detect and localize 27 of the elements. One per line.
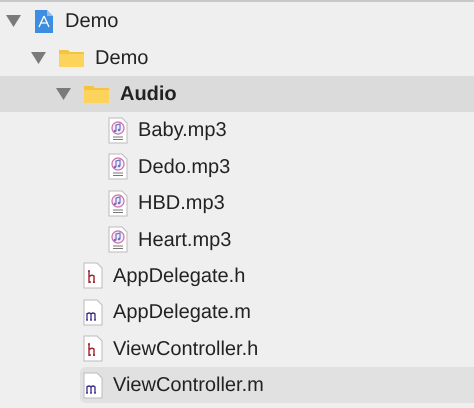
music-file-icon: [108, 116, 128, 144]
highlighted-row[interactable]: ViewController.m: [80, 366, 474, 404]
project-icon: [33, 8, 55, 34]
header-file-icon: [83, 262, 103, 290]
item-label[interactable]: ViewController.h: [113, 334, 258, 364]
item-label[interactable]: AppDelegate.m: [113, 297, 251, 328]
folder-icon: [58, 47, 85, 68]
folder-icon: [83, 83, 110, 104]
item-label[interactable]: Dedo.mp3: [138, 152, 230, 182]
item-label[interactable]: Heart.mp3: [138, 224, 232, 255]
item-label[interactable]: HBD.mp3: [138, 188, 225, 218]
music-file-icon: [108, 153, 128, 180]
music-file-icon: [108, 226, 128, 254]
item-label[interactable]: Demo: [65, 6, 118, 36]
disclosure-triangle-icon[interactable]: [31, 50, 46, 65]
item-label[interactable]: ViewController.m: [113, 370, 264, 400]
item-label[interactable]: Demo: [95, 42, 148, 73]
item-label[interactable]: Audio: [120, 78, 177, 109]
source-file-icon: [83, 298, 103, 326]
item-label[interactable]: Baby.mp3: [138, 115, 227, 146]
header-file-icon: [83, 335, 103, 362]
music-file-icon: [108, 190, 128, 217]
selected-row[interactable]: Audio: [0, 76, 474, 112]
disclosure-triangle-icon[interactable]: [6, 14, 21, 28]
source-file-icon: [83, 372, 103, 399]
item-label[interactable]: AppDelegate.h: [113, 260, 246, 291]
disclosure-triangle-icon[interactable]: [56, 86, 71, 101]
